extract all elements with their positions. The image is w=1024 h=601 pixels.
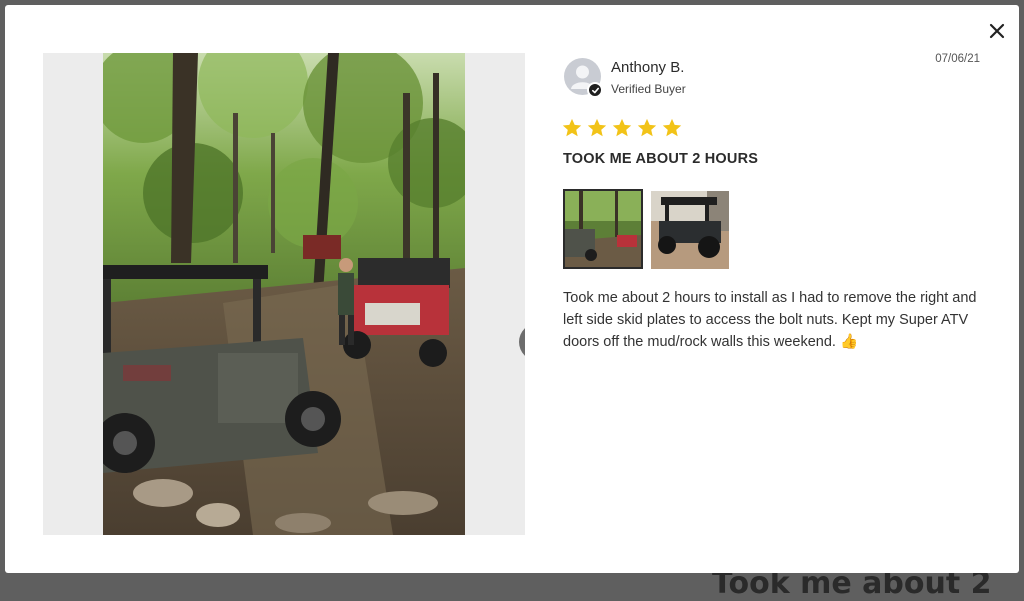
review-body: Took me about 2 hours to install as I ha… xyxy=(563,290,977,350)
review-thumbnails xyxy=(563,189,729,269)
close-icon xyxy=(989,23,1005,39)
thumbnail-trail-photo-icon xyxy=(565,191,641,267)
check-icon xyxy=(591,87,599,93)
next-image-button[interactable] xyxy=(519,323,525,361)
star-icon xyxy=(587,118,607,137)
star-icon xyxy=(637,118,657,137)
review-thumbnail-1[interactable] xyxy=(563,189,643,269)
verified-badge xyxy=(587,82,603,98)
thumbnail-utv-photo-icon xyxy=(651,191,729,269)
review-media-viewer xyxy=(43,53,525,535)
star-icon xyxy=(562,118,582,137)
star-icon xyxy=(662,118,682,137)
review-thumbnail-2[interactable] xyxy=(651,191,729,269)
star-icon xyxy=(612,118,632,137)
reviewer-name: Anthony B. xyxy=(611,59,685,76)
review-modal: Anthony B. Verified Buyer 07/06/21 TOOK … xyxy=(5,5,1019,573)
review-title: TOOK ME ABOUT 2 HOURS xyxy=(563,151,759,167)
main-review-photo xyxy=(103,53,465,535)
verified-buyer-label: Verified Buyer xyxy=(611,82,686,96)
close-button[interactable] xyxy=(985,19,1009,43)
star-rating xyxy=(561,117,683,139)
review-date: 07/06/21 xyxy=(935,53,980,65)
